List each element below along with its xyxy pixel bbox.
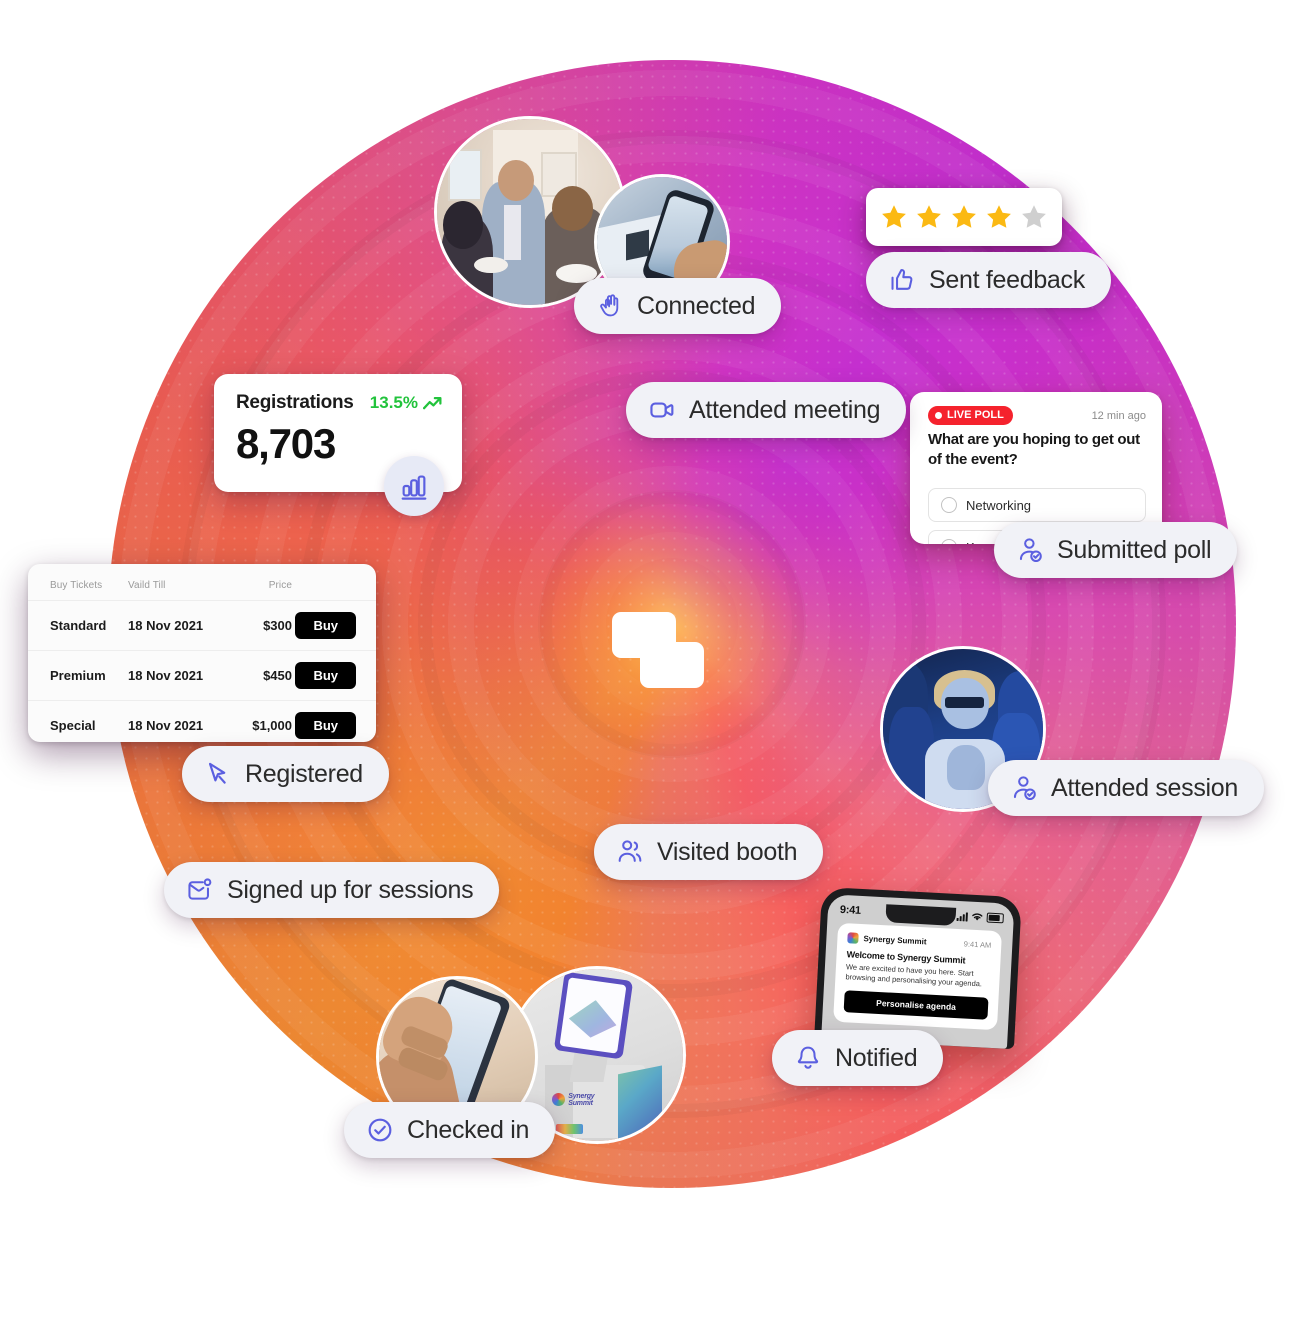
mail-badge-icon — [186, 876, 214, 904]
poll-option[interactable]: Networking — [928, 488, 1146, 522]
phone-notch — [885, 904, 957, 926]
pill-label: Registered — [245, 759, 363, 788]
two-people-icon — [616, 838, 644, 866]
notification-time: 9:41 AM — [963, 939, 992, 950]
wifi-icon — [972, 913, 983, 921]
battery-icon — [986, 912, 1004, 924]
hero-illustration: SynergySummit Registrations 13.5% 8,703 — [0, 0, 1316, 1317]
trend-up-icon — [423, 396, 442, 409]
star-icon-filled — [917, 205, 941, 228]
pill-label: Visited booth — [657, 837, 798, 866]
pill-checked-in[interactable]: Checked in — [344, 1102, 556, 1158]
pill-label: Sent feedback — [929, 265, 1085, 294]
radio-icon[interactable] — [941, 497, 957, 513]
cellular-signal-icon — [956, 912, 968, 922]
pill-submitted-poll[interactable]: Submitted poll — [994, 522, 1238, 578]
star-rating-card — [866, 188, 1062, 246]
pill-label: Checked in — [407, 1115, 530, 1144]
ticket-name: Standard — [28, 600, 128, 651]
pill-label: Attended session — [1051, 773, 1238, 802]
buy-button[interactable]: Buy — [295, 662, 356, 689]
tickets-table-header-row: Buy Tickets Vaild Till Price — [28, 564, 376, 601]
buy-button[interactable]: Buy — [295, 612, 356, 639]
tickets-table: Buy Tickets Vaild Till Price Standard 18… — [28, 564, 376, 750]
tickets-col-date: Vaild Till — [128, 580, 166, 591]
check-circle-icon — [366, 1116, 394, 1144]
person-check-icon — [1016, 536, 1044, 564]
live-poll-badge-label: LIVE POLL — [947, 409, 1004, 421]
person-check-icon — [1010, 774, 1038, 802]
kiosk-brand-line1: Synergy — [568, 1092, 595, 1100]
pill-attended-session[interactable]: Attended session — [988, 760, 1264, 816]
table-row: Special 18 Nov 2021 $1,000 Buy — [28, 700, 376, 750]
phone-screen: 9:41 Synergy Summit 9:41 AM Welcome to S… — [821, 894, 1015, 1049]
buy-button[interactable]: Buy — [295, 712, 356, 739]
tickets-col-action — [292, 564, 376, 601]
bell-icon — [794, 1044, 822, 1072]
phone-status-indicators — [956, 911, 1004, 924]
synergy-summit-logo-icon — [552, 1092, 566, 1106]
kiosk-brand-line2: Summit — [568, 1100, 593, 1108]
video-camera-icon — [648, 396, 676, 424]
star-icon-empty — [1022, 205, 1046, 228]
poll-header: LIVE POLL 12 min ago — [928, 406, 1146, 425]
pill-label: Attended meeting — [689, 395, 881, 424]
ticket-price: $450 — [228, 650, 292, 701]
notification-header: Synergy Summit 9:41 AM — [847, 932, 992, 951]
pill-notified[interactable]: Notified — [772, 1030, 944, 1086]
registrations-delta: 13.5% — [370, 393, 442, 413]
center-logo — [612, 612, 704, 688]
ticket-date: 18 Nov 2021 — [128, 700, 228, 750]
poll-question: What are you hoping to get out of the ev… — [928, 431, 1140, 468]
personalise-agenda-button[interactable]: Personalise agenda — [843, 990, 989, 1020]
registrations-chart-badge — [384, 456, 444, 516]
thumbs-up-icon — [888, 266, 916, 294]
poll-option-label: Networking — [966, 497, 1032, 513]
ticket-name: Special — [28, 700, 128, 750]
star-icon-filled — [882, 205, 906, 228]
notification-app: Synergy Summit — [847, 932, 927, 947]
phone-mockup: 9:41 Synergy Summit 9:41 AM Welcome to S… — [814, 886, 1022, 1050]
registrations-title: Registrations — [236, 392, 354, 413]
phone-status-time: 9:41 — [839, 903, 862, 917]
star-icon-filled — [952, 205, 976, 228]
cursor-pointer-icon — [204, 760, 232, 788]
live-poll-badge: LIVE POLL — [928, 406, 1013, 425]
pill-attended-meeting[interactable]: Attended meeting — [626, 382, 907, 438]
registrations-value: 8,703 — [236, 420, 336, 467]
ticket-name: Premium — [28, 650, 128, 701]
ticket-price: $300 — [228, 600, 292, 651]
table-row: Standard 18 Nov 2021 $300 Buy — [28, 600, 376, 651]
ticket-date: 18 Nov 2021 — [128, 600, 228, 651]
pill-label: Notified — [835, 1043, 918, 1072]
tickets-col-name: Buy Tickets — [50, 580, 103, 591]
pill-label: Submitted poll — [1057, 535, 1212, 564]
pill-visited-booth[interactable]: Visited booth — [594, 824, 824, 880]
ticket-date: 18 Nov 2021 — [128, 650, 228, 701]
logo-rect-front — [640, 642, 704, 688]
pill-signed-up-for-sessions[interactable]: Signed up for sessions — [164, 862, 500, 918]
push-notification[interactable]: Synergy Summit 9:41 AM Welcome to Synerg… — [833, 922, 1003, 1031]
radio-icon[interactable] — [941, 539, 957, 544]
poll-timestamp: 12 min ago — [1091, 409, 1146, 422]
pill-connected[interactable]: Connected — [574, 278, 782, 334]
pill-label: Connected — [637, 291, 756, 320]
buy-tickets-card: Buy Tickets Vaild Till Price Standard 18… — [28, 564, 376, 750]
pill-sent-feedback[interactable]: Sent feedback — [866, 252, 1111, 308]
star-icon-filled — [987, 205, 1011, 228]
bar-chart-icon — [401, 475, 427, 500]
notification-app-name: Synergy Summit — [863, 934, 927, 947]
app-icon — [847, 932, 859, 944]
notification-body: We are excited to have you here. Start b… — [845, 962, 983, 989]
table-row: Premium 18 Nov 2021 $450 Buy — [28, 650, 376, 701]
pill-label: Signed up for sessions — [227, 875, 474, 904]
tickets-col-price: Price — [268, 580, 292, 591]
registrations-delta-value: 13.5% — [369, 393, 418, 412]
waving-hand-icon — [596, 292, 624, 320]
pill-registered[interactable]: Registered — [182, 746, 389, 802]
registrations-header: Registrations 13.5% — [236, 392, 442, 414]
ticket-price: $1,000 — [228, 700, 292, 750]
live-dot-icon — [935, 412, 942, 419]
